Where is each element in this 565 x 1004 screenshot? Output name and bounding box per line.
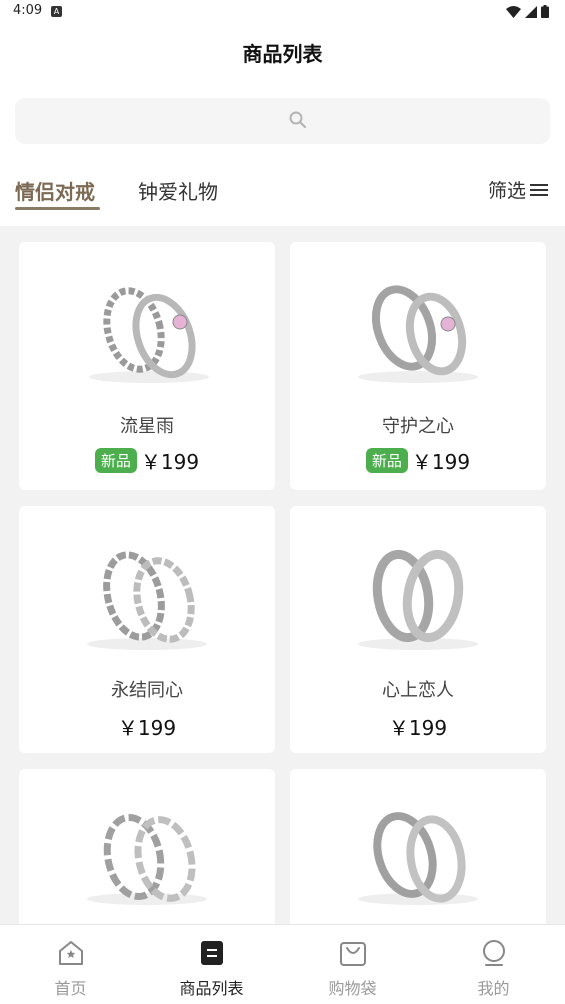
- home-icon: [59, 941, 83, 965]
- product-card[interactable]: 心上恋人 ￥199: [290, 506, 546, 753]
- product-card[interactable]: [19, 769, 275, 939]
- status-bar: 4:09 A: [0, 0, 565, 24]
- nav-profile-label: 我的: [477, 979, 510, 998]
- bag-icon: [340, 942, 366, 966]
- nav-products-label: 商品列表: [179, 979, 244, 998]
- product-price: ￥199: [140, 450, 200, 474]
- product-card[interactable]: [290, 769, 546, 939]
- nav-home[interactable]: 首页: [0, 925, 141, 1004]
- nav-profile[interactable]: 我的: [423, 925, 564, 1004]
- new-badge: 新品: [365, 448, 408, 473]
- tab-couple-rings[interactable]: 情侣对戒: [15, 176, 95, 205]
- price-row: 新品 ￥199: [290, 446, 546, 475]
- product-card[interactable]: 守护之心 新品 ￥199: [290, 242, 546, 490]
- product-card[interactable]: 流星雨 新品 ￥199: [19, 242, 275, 490]
- product-price: ￥199: [388, 716, 448, 740]
- search-icon: [289, 111, 307, 129]
- product-price: ￥199: [411, 450, 471, 474]
- filter-label: 筛选: [487, 180, 526, 202]
- page-title: 商品列表: [242, 42, 323, 66]
- product-name: 永结同心: [111, 680, 183, 701]
- nav-bag[interactable]: 购物袋: [282, 925, 423, 1004]
- ring-image: [89, 287, 209, 383]
- price-row: 新品 ￥199: [19, 446, 275, 475]
- nav-home-label: 首页: [54, 979, 87, 998]
- product-price: ￥199: [117, 716, 177, 740]
- product-card[interactable]: 永结同心 ￥199: [19, 506, 275, 753]
- product-name: 流星雨: [120, 416, 174, 437]
- price-row: ￥199: [290, 712, 546, 741]
- price-row: ￥199: [19, 712, 275, 741]
- notification-icon: A: [51, 6, 62, 17]
- filter-button[interactable]: 筛选: [488, 176, 548, 203]
- ring-image: [87, 814, 207, 905]
- tab-active-indicator: [15, 207, 100, 210]
- search-bar[interactable]: [15, 98, 550, 144]
- status-time: 4:09: [13, 3, 43, 18]
- product-name: 守护之心: [382, 416, 454, 437]
- bottom-nav: 首页 商品列表 购物袋 我的: [0, 924, 565, 1004]
- wifi-icon: [506, 5, 521, 18]
- list-icon: [201, 941, 223, 965]
- product-name: 心上恋人: [382, 680, 454, 701]
- battery-icon: [541, 5, 549, 18]
- ring-image: [358, 549, 478, 650]
- ring-image: [87, 551, 207, 650]
- ring-image: [358, 285, 478, 383]
- nav-bag-label: 购物袋: [328, 979, 377, 998]
- status-icons: [506, 5, 549, 18]
- nav-products[interactable]: 商品列表: [141, 925, 282, 1004]
- new-badge: 新品: [94, 448, 137, 473]
- profile-icon: [483, 940, 505, 966]
- menu-icon: [530, 183, 548, 196]
- signal-icon: [525, 5, 537, 18]
- ring-image: [358, 812, 478, 905]
- tab-gifts[interactable]: 钟爱礼物: [138, 176, 218, 205]
